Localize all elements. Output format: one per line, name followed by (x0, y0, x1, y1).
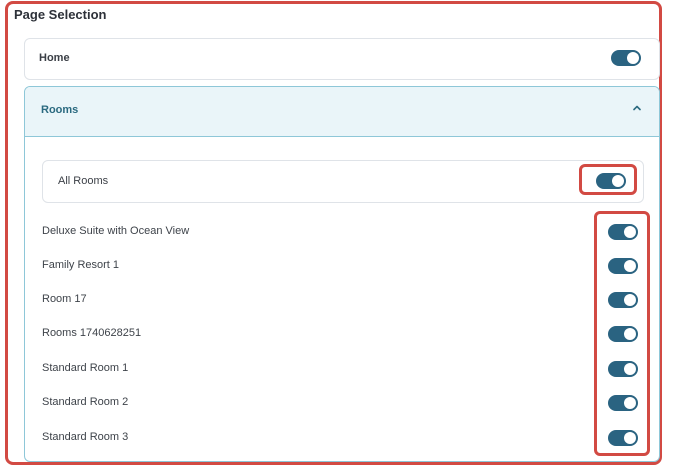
toggle-knob (624, 294, 636, 306)
room-toggle[interactable] (608, 361, 638, 377)
room-row: Standard Room 3 (42, 426, 644, 450)
room-label: Standard Room 2 (42, 396, 129, 408)
section-title: Page Selection (14, 7, 107, 22)
room-toggle[interactable] (608, 292, 638, 308)
room-toggle[interactable] (608, 430, 638, 446)
toggle-knob (624, 432, 636, 444)
room-toggle[interactable] (608, 224, 638, 240)
room-label: Room 17 (42, 293, 87, 305)
toggle-knob (624, 328, 636, 340)
all-rooms-toggle[interactable] (596, 173, 626, 189)
home-card: Home (24, 38, 660, 80)
rooms-accordion: Rooms All Rooms Deluxe Suite with Ocean … (24, 86, 660, 462)
room-toggle[interactable] (608, 326, 638, 342)
room-row: Deluxe Suite with Ocean View (42, 220, 644, 244)
toggle-knob (624, 260, 636, 272)
chevron-up-icon[interactable] (631, 102, 643, 114)
toggle-knob (612, 175, 624, 187)
room-row: Room 17 (42, 288, 644, 312)
rooms-accordion-header[interactable]: Rooms (25, 87, 659, 137)
toggle-knob (627, 52, 639, 64)
room-row: Standard Room 1 (42, 357, 644, 381)
room-label: Deluxe Suite with Ocean View (42, 225, 190, 237)
room-toggle[interactable] (608, 258, 638, 274)
room-toggle[interactable] (608, 395, 638, 411)
room-label: Family Resort 1 (42, 259, 120, 271)
toggle-knob (624, 397, 636, 409)
rooms-label: Rooms (41, 104, 79, 116)
room-label: Standard Room 3 (42, 431, 129, 443)
room-label: Rooms 1740628251 (42, 327, 142, 339)
toggle-knob (624, 363, 636, 375)
toggle-knob (624, 226, 636, 238)
room-row: Family Resort 1 (42, 254, 644, 278)
room-row: Rooms 1740628251 (42, 322, 644, 346)
all-rooms-card: All Rooms (42, 160, 644, 203)
room-label: Standard Room 1 (42, 362, 129, 374)
home-label: Home (39, 52, 70, 64)
room-row: Standard Room 2 (42, 391, 644, 415)
all-rooms-label: All Rooms (58, 175, 109, 187)
home-toggle[interactable] (611, 50, 641, 66)
